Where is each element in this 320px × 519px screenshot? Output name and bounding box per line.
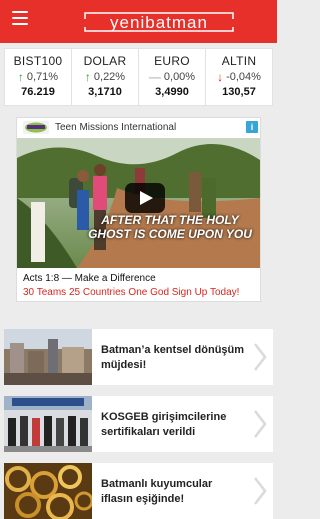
news-title[interactable]: Batman’a kentsel dönüşüm müjdesi! <box>101 343 247 373</box>
ad-video-thumbnail[interactable]: AFTER THAT THE HOLY GHOST IS COME UPON Y… <box>17 138 260 268</box>
ad-header: Teen Missions International i <box>17 118 262 138</box>
play-icon[interactable] <box>125 183 165 213</box>
news-item[interactable]: KOSGEB girişimcilerine sertifikaları ver… <box>4 396 273 452</box>
news-item[interactable]: Batmanlı kuyumcular iflasın eşiğinde! <box>4 463 273 519</box>
ticker-value: 3,4990 <box>155 86 189 98</box>
video-ad[interactable]: Teen Missions International i AFTER THAT… <box>16 117 261 302</box>
market-ticker: BIST100 ↑ 0,71% 76.219 DOLAR ↑ 0,22% 3,171… <box>4 48 273 106</box>
news-thumbnail[interactable] <box>4 463 92 519</box>
arrow-down-icon: ↓ <box>217 70 224 84</box>
ad-subtitle[interactable]: 30 Teams 25 Countries One God Sign Up To… <box>23 287 239 298</box>
news-title[interactable]: Batmanlı kuyumcular iflasın eşiğinde! <box>101 477 247 507</box>
ticker-change: 0,71% <box>26 71 59 83</box>
ticker-change: 0,22% <box>93 71 126 83</box>
ad-info-icon[interactable]: i <box>246 121 258 133</box>
arrow-up-icon: ↑ <box>17 70 24 84</box>
ticker-name: EURO <box>154 54 190 68</box>
ticker-name: ALTIN <box>221 54 257 68</box>
svg-text:yenibatman: yenibatman <box>110 13 208 32</box>
ticker-dolar[interactable]: DOLAR ↑ 0,22% 3,1710 <box>72 49 139 105</box>
ticker-value: 76.219 <box>21 86 55 98</box>
news-item[interactable]: Batman’a kentsel dönüşüm müjdesi! <box>4 329 273 385</box>
ad-brand[interactable]: Teen Missions International <box>55 122 176 133</box>
chevron-right-icon[interactable] <box>252 409 268 439</box>
video-overlay-text: AFTER THAT THE HOLY GHOST IS COME UPON Y… <box>88 213 252 241</box>
ad-title[interactable]: Acts 1:8 — Make a Difference <box>23 273 156 284</box>
chevron-right-icon[interactable] <box>252 476 268 506</box>
hamburger-icon[interactable] <box>12 11 28 25</box>
news-thumbnail[interactable] <box>4 396 92 452</box>
ticker-value: 3,1710 <box>88 86 122 98</box>
ticker-bist100[interactable]: BIST100 ↑ 0,71% 76.219 <box>5 49 72 105</box>
ticker-euro[interactable]: EURO —0,00% 3,4990 <box>139 49 206 105</box>
arrow-up-icon: ↑ <box>84 70 91 84</box>
app-header: yenibatman <box>0 0 277 43</box>
chevron-right-icon[interactable] <box>252 342 268 372</box>
ticker-altin[interactable]: ALTIN ↓ -0,04% 130,57 <box>206 49 272 105</box>
news-thumbnail[interactable] <box>4 329 92 385</box>
ticker-value: 130,57 <box>222 86 256 98</box>
ticker-change: -0,04% <box>226 71 261 83</box>
advertiser-logo <box>23 121 49 134</box>
ticker-name: BIST100 <box>13 54 63 68</box>
ticker-name: DOLAR <box>83 54 127 68</box>
ticker-change: 0,00% <box>163 71 196 83</box>
site-logo[interactable]: yenibatman <box>82 8 236 36</box>
news-title[interactable]: KOSGEB girişimcilerine sertifikaları ver… <box>101 410 247 440</box>
dash-icon: — <box>148 70 161 84</box>
